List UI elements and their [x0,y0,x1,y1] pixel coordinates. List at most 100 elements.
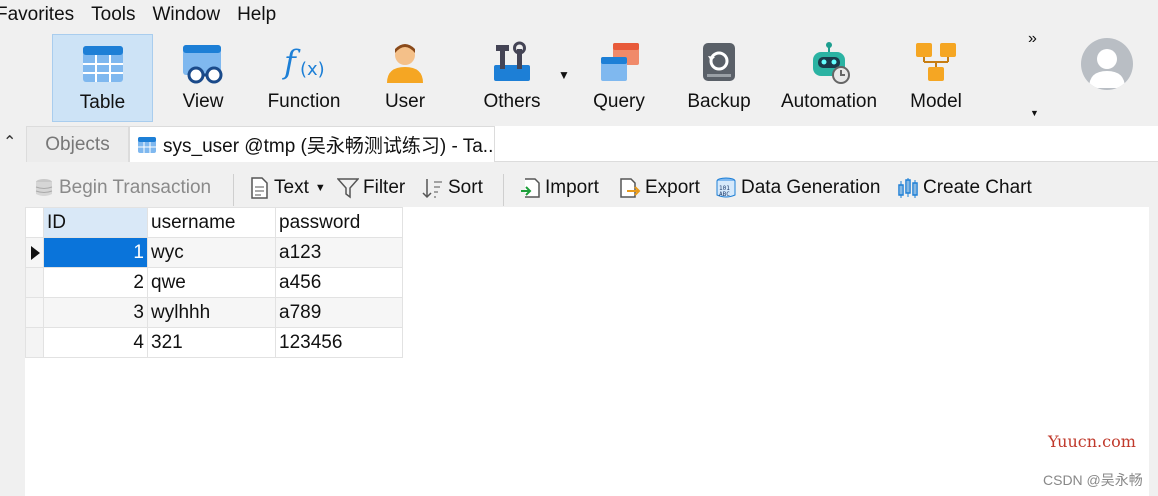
cell-username[interactable]: wylhhh [147,297,276,328]
data-grid: ID username password 1 wyc a123 2 qwe a4… [25,207,1149,496]
grid-toolbar: Begin Transaction Text ▼ Filter Sort Imp… [0,162,1158,208]
ribbon-table-button[interactable]: Table [52,34,153,122]
toolbar-separator [503,174,504,206]
menu-tools[interactable]: Tools [91,4,135,26]
column-header-username[interactable]: username [147,207,276,238]
ribbon: Table View f (x) Function User Others ▼ … [0,30,1158,126]
ribbon-view-button[interactable]: View [167,34,239,122]
export-button[interactable]: Export [619,174,700,202]
cell-id[interactable]: 1 [43,237,148,268]
site-watermark: Yuucn.com [1048,432,1136,451]
toolbar-separator [233,174,234,206]
row-indicator[interactable] [25,267,44,298]
ribbon-automation-button[interactable]: Automation [775,34,883,122]
ribbon-function-button[interactable]: f (x) Function [262,34,346,122]
others-dropdown-icon[interactable]: ▼ [558,68,570,82]
tab-objects[interactable]: Objects [26,126,129,162]
cell-username[interactable]: wyc [147,237,276,268]
table-row[interactable]: 1 wyc a123 [25,237,403,268]
tab-sys-user[interactable]: sys_user @tmp (吴永畅测试练习) - Ta... [129,126,495,162]
cell-username[interactable]: 321 [147,327,276,358]
ribbon-model-label: Model [910,91,962,112]
filter-icon [336,177,360,199]
ribbon-customize-icon[interactable]: ▼ [1030,108,1039,118]
table-row[interactable]: 3 wylhhh a789 [25,297,403,328]
menu-window[interactable]: Window [153,4,221,26]
collapse-chevron-icon[interactable]: ⌃ [3,132,16,152]
cell-password[interactable]: a789 [275,297,403,328]
begin-transaction-button[interactable]: Begin Transaction [33,174,211,202]
import-button[interactable]: Import [519,174,599,202]
column-header-password[interactable]: password [275,207,403,238]
records-table: ID username password 1 wyc a123 2 qwe a4… [25,207,403,358]
cell-username[interactable]: qwe [147,267,276,298]
import-label: Import [545,177,599,198]
filter-button[interactable]: Filter [336,174,406,202]
ribbon-others-label: Others [483,91,541,112]
cell-password[interactable]: a456 [275,267,403,298]
text-button[interactable]: Text ▼ [248,174,326,202]
ribbon-query-label: Query [593,91,645,112]
current-row-arrow-icon [31,246,40,260]
begin-transaction-label: Begin Transaction [59,177,212,198]
import-icon [519,177,541,199]
ribbon-backup-button[interactable]: Backup [684,34,754,122]
database-icon [33,177,55,199]
avatar-icon [1089,49,1125,88]
ribbon-backup-label: Backup [687,91,751,112]
cell-password[interactable]: 123456 [275,327,403,358]
ribbon-model-button[interactable]: Model [903,34,969,122]
ribbon-user-button[interactable]: User [370,34,440,122]
table-icon [137,135,157,155]
ribbon-view-label: View [182,91,224,112]
data-generation-label: Data Generation [741,177,881,198]
cell-id[interactable]: 3 [43,297,148,328]
svg-text:(x): (x) [300,59,325,80]
row-indicator[interactable] [25,237,44,268]
user-icon [383,41,427,85]
ribbon-function-label: Function [267,91,341,112]
data-generation-icon: 101 ABC [715,177,737,199]
svg-text:ABC: ABC [719,191,730,198]
create-chart-button[interactable]: Create Chart [897,174,1032,202]
ribbon-automation-label: Automation [780,91,878,112]
document-icon [248,177,270,199]
account-avatar[interactable] [1081,38,1133,90]
tab-row: ⌃ Objects sys_user @tmp (吴永畅测试练习) - Ta..… [0,126,1158,162]
table-row[interactable]: 2 qwe a456 [25,267,403,298]
sort-button[interactable]: Sort [422,174,483,202]
model-icon [914,41,958,85]
header-row: ID username password [25,207,403,238]
menu-help[interactable]: Help [237,4,276,26]
cell-password[interactable]: a123 [275,237,403,268]
query-icon [597,41,641,85]
ribbon-others-button[interactable]: Others [478,34,546,122]
export-icon [619,177,641,199]
left-gutter [0,207,25,496]
vertical-scrollbar[interactable] [1149,207,1158,496]
row-indicator[interactable] [25,297,44,328]
cell-id[interactable]: 4 [43,327,148,358]
create-chart-label: Create Chart [923,177,1032,198]
data-generation-button[interactable]: 101 ABC Data Generation [715,174,880,202]
cell-id[interactable]: 2 [43,267,148,298]
ribbon-table-label: Table [79,92,126,113]
table-row[interactable]: 4 321 123456 [25,327,403,358]
csdn-watermark: CSDN @吴永畅 [1043,472,1143,488]
export-label: Export [645,177,700,198]
chart-icon [897,177,919,199]
view-icon [181,41,225,85]
corner-cell[interactable] [25,207,44,238]
ribbon-query-button[interactable]: Query [588,34,650,122]
menu-favorites[interactable]: Favorites [0,4,74,26]
robot-icon [807,41,851,85]
tools-icon [490,41,534,85]
backup-icon [697,41,741,85]
row-indicator[interactable] [25,327,44,358]
filter-label: Filter [363,177,406,198]
ribbon-overflow-icon[interactable]: » [1028,30,1037,48]
column-header-id[interactable]: ID [43,207,148,238]
table-icon [81,42,125,86]
text-dropdown-icon: ▼ [314,182,326,194]
svg-text:f: f [282,43,301,81]
